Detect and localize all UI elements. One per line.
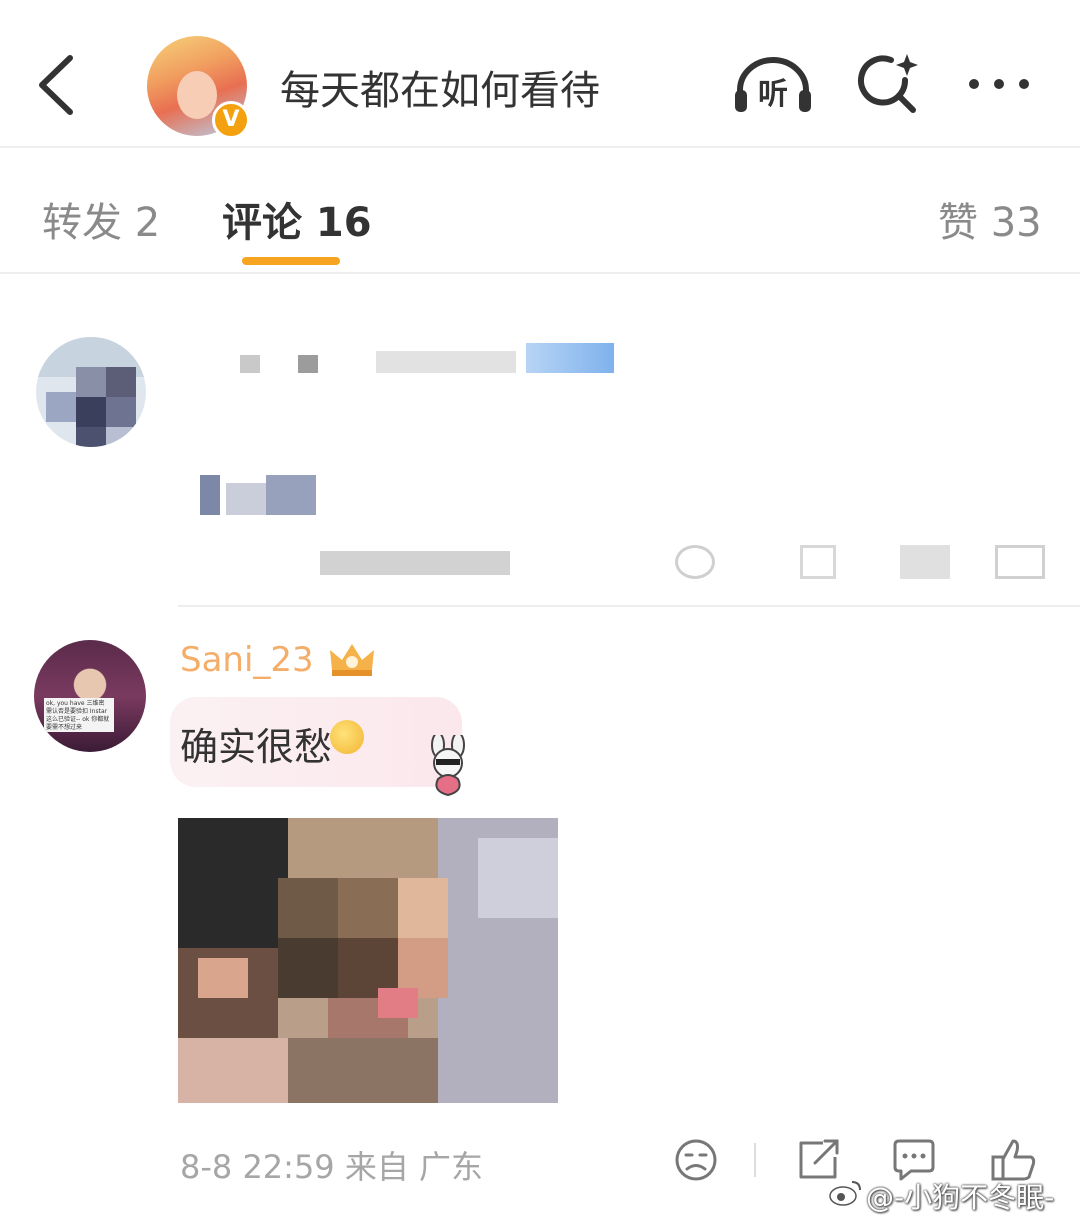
more-icon[interactable] [962,62,1036,106]
comment-item-redacted [0,275,1080,605]
back-icon[interactable] [30,50,90,120]
page-title[interactable]: 每天都在如何看待 [280,58,600,116]
comment-text: 确实很愁 [180,725,333,769]
active-tab-indicator [242,257,340,265]
avatar-card-text: ok, you have 三维密 需认否是要验扣 Instar这么已验证-- o… [44,698,114,732]
comment-meta: 8-8 22:59 来自 广东 [180,1148,484,1186]
comment-divider [178,605,1080,607]
worried-emoji-icon [330,720,364,754]
tab-reposts[interactable]: 转发 2 [42,190,160,248]
weibo-logo-icon [829,1181,861,1206]
dislike-icon[interactable] [671,1135,721,1185]
crown-badge-icon [330,644,374,676]
tab-likes[interactable]: 赞 33 [938,190,1042,248]
redacted-text [190,475,320,515]
redacted-username [180,343,620,373]
search-sparkle-icon[interactable] [857,52,921,116]
action-separator [754,1143,756,1177]
tab-bar: 转发 2 评论 16 赞 33 [0,150,1080,274]
watermark-text: @-小狗不冬眠- [866,1181,1055,1214]
listen-icon[interactable]: 听 [732,52,814,116]
bunny-sticker-icon [431,735,465,797]
verified-badge: V [212,101,250,139]
redacted-avatar[interactable] [36,337,146,447]
comment-image[interactable] [178,818,558,1103]
commenter-avatar[interactable]: ok, you have 三维密 需认否是要验扣 Instar这么已验证-- o… [34,640,146,752]
tab-comments[interactable]: 评论 16 [222,190,372,248]
redacted-meta [180,545,1060,579]
listen-label: 听 [758,77,788,112]
commenter-username[interactable]: Sani_23 [180,640,314,680]
